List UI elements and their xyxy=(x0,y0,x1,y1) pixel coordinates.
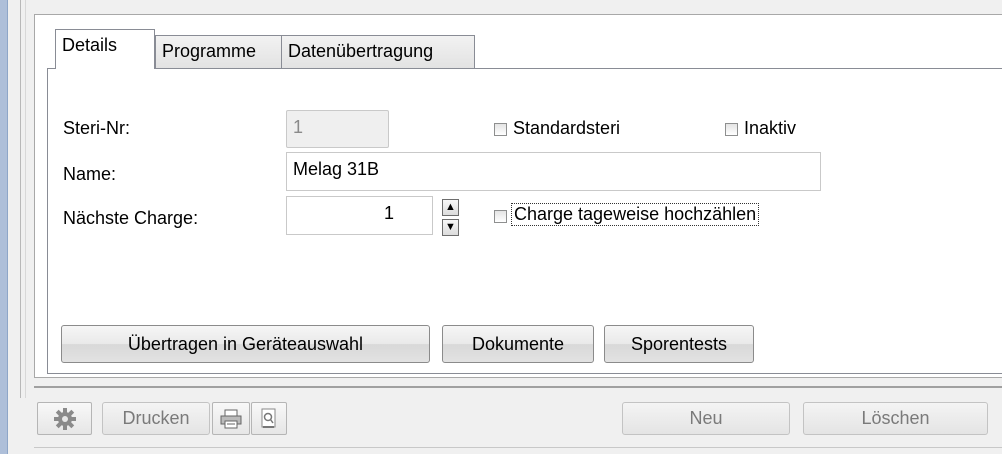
steri-nr-label: Steri-Nr: xyxy=(63,118,130,138)
chevron-up-icon[interactable]: ▲ xyxy=(442,199,459,216)
tab-label: Details xyxy=(62,35,118,55)
tab-details[interactable]: Details xyxy=(55,29,155,69)
transfer-to-device-selection-button[interactable]: Übertragen in Geräteauswahl xyxy=(61,325,430,363)
tab-label: Datenübertragung xyxy=(288,41,434,61)
chevron-down-icon[interactable]: ▼ xyxy=(442,219,459,236)
name-label: Name: xyxy=(63,164,117,184)
settings-button[interactable] xyxy=(37,402,92,435)
panel-separator xyxy=(34,386,1002,388)
window-edge-line xyxy=(25,0,26,398)
next-charge-label: Nächste Charge: xyxy=(63,208,199,228)
print-preview-button[interactable] xyxy=(251,402,287,435)
footer-divider xyxy=(34,447,1002,448)
inaktiv-checkbox[interactable] xyxy=(725,123,738,136)
printer-button[interactable] xyxy=(212,402,250,435)
window-edge-line xyxy=(20,0,21,398)
documents-button[interactable]: Dokumente xyxy=(442,325,594,363)
inaktiv-label[interactable]: Inaktiv xyxy=(744,118,796,139)
charge-daily-label[interactable]: Charge tageweise hochzählen xyxy=(511,203,760,226)
window-edge xyxy=(0,0,8,454)
standardsteri-checkbox[interactable] xyxy=(494,123,507,136)
next-charge-field[interactable]: 1 xyxy=(286,196,433,235)
delete-button[interactable]: Löschen xyxy=(803,402,988,435)
charge-daily-checkbox[interactable] xyxy=(494,210,507,223)
print-preview-icon xyxy=(261,408,276,428)
standardsteri-label[interactable]: Standardsteri xyxy=(513,118,620,139)
printer-icon xyxy=(220,409,242,429)
tab-datenuebertragung[interactable]: Datenübertragung xyxy=(281,35,475,69)
print-button[interactable]: Drucken xyxy=(102,402,210,435)
new-button[interactable]: Neu xyxy=(622,402,790,435)
name-field[interactable]: Melag 31B xyxy=(286,152,821,191)
tab-programme[interactable]: Programme xyxy=(155,35,282,69)
steri-nr-field[interactable]: 1 xyxy=(286,110,389,148)
spore-tests-button[interactable]: Sporentests xyxy=(604,325,754,363)
tab-label: Programme xyxy=(162,41,257,61)
gear-icon xyxy=(53,408,76,430)
